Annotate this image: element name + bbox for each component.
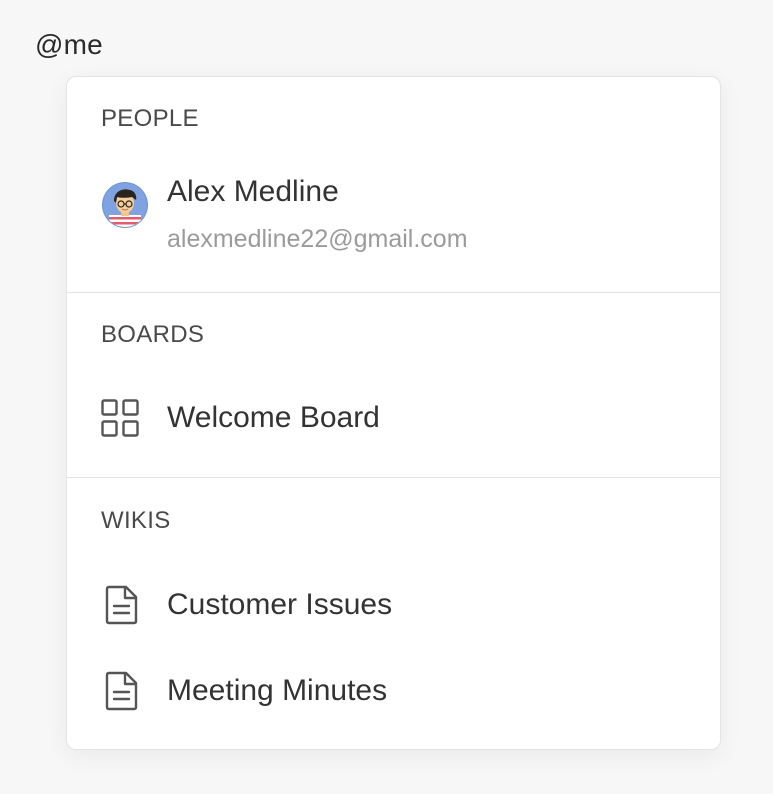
wiki-label: Customer Issues [167,588,393,621]
avatar [102,182,148,228]
board-label: Welcome Board [167,401,380,434]
wiki-label: Meeting Minutes [167,674,388,707]
wiki-item-customer-issues[interactable]: Customer Issues [67,580,720,632]
section-divider [67,477,720,478]
wikis-section-header: WIKIS [101,507,171,534]
section-divider [67,292,720,293]
mention-input[interactable]: @me [35,28,103,62]
document-icon [105,585,138,625]
wiki-item-meeting-minutes[interactable]: Meeting Minutes [67,666,720,718]
board-item-welcome-board[interactable]: Welcome Board [67,393,720,445]
person-email: alexmedline22@gmail.com [167,225,468,253]
board-grid-icon [101,399,139,437]
mention-suggestions-dropdown: PEOPLE Alex Medline alexmedline22@gmail.… [66,76,721,750]
person-item-alex-medline[interactable]: Alex Medline alexmedline22@gmail.com [67,173,720,265]
document-icon [105,671,138,711]
people-section-header: PEOPLE [101,105,199,132]
person-name: Alex Medline [167,175,339,208]
boards-section-header: BOARDS [101,321,205,348]
